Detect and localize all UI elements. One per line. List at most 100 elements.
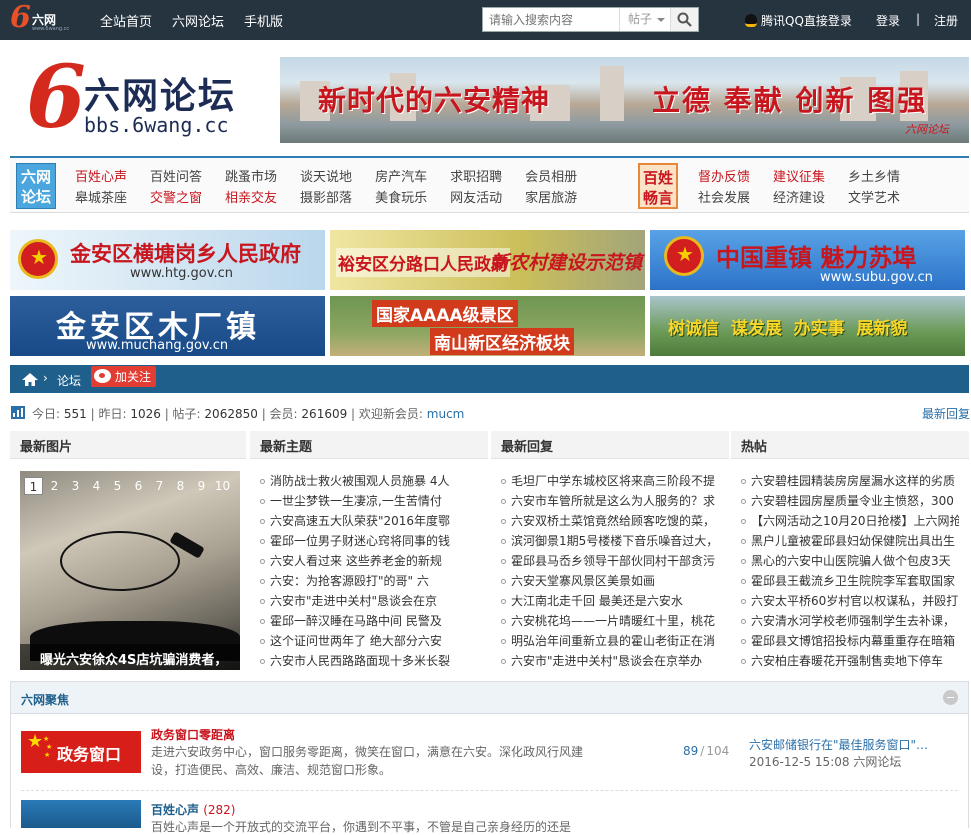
- hot-post-link[interactable]: 六安碧桂园精装房房屋漏水这样的劣质: [741, 473, 959, 493]
- topic-link[interactable]: 六安人看过来 这些养老金的新规: [260, 553, 455, 573]
- picture-page-5[interactable]: 5: [108, 477, 127, 495]
- category-group-forum: 百姓心声 皋城茶座 百姓问答 交警之窗 跳蚤市场 相亲交友 谈天说地 摄影部落 房产汽车 美食玩乐…: [75, 166, 577, 208]
- latest-reply-link[interactable]: 最新回复: [922, 405, 970, 422]
- search-button[interactable]: [670, 8, 698, 31]
- category-link-voice-1[interactable]: 社会发展: [698, 187, 750, 208]
- category-link-2[interactable]: 百姓问答: [150, 166, 202, 187]
- reply-link[interactable]: 六安桃花坞——一片晴暖红十里，桃花: [501, 613, 716, 633]
- picture-page-7[interactable]: 7: [150, 477, 169, 495]
- category-link-3[interactable]: 交警之窗: [150, 187, 202, 208]
- ad-banner-chengxin[interactable]: 树诚信 谋发展 办实事 展新貌: [650, 296, 965, 356]
- category-link-5[interactable]: 相亲交友: [225, 187, 277, 208]
- picture-page-9[interactable]: 9: [192, 477, 211, 495]
- category-link-voice-4[interactable]: 乡土乡情: [848, 166, 900, 187]
- hot-post-link[interactable]: 六安碧桂园房屋质量令业主愤怒，300: [741, 493, 959, 513]
- ad-banner-muchang[interactable]: 金安区木厂镇 www.muchang.gov.cn: [10, 296, 325, 356]
- picture-page-4[interactable]: 4: [87, 477, 106, 495]
- hot-post-link[interactable]: 黑心的六安中山医院骗人做个包皮3天: [741, 553, 959, 573]
- picture-page-8[interactable]: 8: [171, 477, 190, 495]
- forum-icon-gov-window[interactable]: ★ ★ ★ ★ 政务窗口: [21, 731, 141, 773]
- forum-last-post-link[interactable]: 六安邮储银行在"最佳服务窗口"…: [749, 736, 949, 753]
- reply-link[interactable]: 毛坦厂中学东城校区将来高三阶段不提: [501, 473, 716, 493]
- category-logo-forum[interactable]: 六网论坛: [16, 163, 56, 209]
- ad-banner-nanshan[interactable]: 国家AAAA级景区 南山新区经济板块: [330, 296, 645, 356]
- nav-forum[interactable]: 六网论坛: [172, 11, 224, 30]
- hot-post-link[interactable]: 霍邱县文博馆招投标内幕重重存在暗箱: [741, 633, 959, 653]
- ad-url: www.muchang.gov.cn: [86, 338, 229, 353]
- category-link-voice-0[interactable]: 督办反馈: [698, 166, 750, 187]
- forum-icon-people-voice[interactable]: [21, 800, 141, 828]
- category-link-9[interactable]: 美食玩乐: [375, 187, 427, 208]
- category-logo-voice[interactable]: 百姓畅言: [638, 163, 678, 209]
- nav-mobile[interactable]: 手机版: [244, 11, 283, 30]
- featured-picture[interactable]: 1 2 3 4 5 6 7 8 9 10 曝光六安徐众4S店坑骗消费者，: [20, 471, 240, 670]
- category-link-4[interactable]: 跳蚤市场: [225, 166, 277, 187]
- category-link-1[interactable]: 皋城茶座: [75, 187, 127, 208]
- login-link[interactable]: 登录: [876, 12, 900, 29]
- picture-page-2[interactable]: 2: [45, 477, 64, 495]
- category-link-13[interactable]: 家居旅游: [525, 187, 577, 208]
- reply-link[interactable]: 滨河御景1期5号楼楼下音乐噪音过大，: [501, 533, 716, 553]
- topic-link[interactable]: 一世尘梦铁一生凄凉,一生苦情付: [260, 493, 455, 513]
- collapse-icon[interactable]: [943, 690, 958, 705]
- topic-link[interactable]: 六安高速五大队荣获"2016年度鄂: [260, 513, 455, 533]
- category-link-voice-5[interactable]: 文学艺术: [848, 187, 900, 208]
- ad-banner-subu[interactable]: 中国重镇 魅力苏埠 www.subu.gov.cn: [650, 230, 965, 290]
- category-link-8[interactable]: 房产汽车: [375, 166, 427, 187]
- topic-link[interactable]: 霍邱一位男子财迷心窍将同事的钱: [260, 533, 455, 553]
- ad-banner-hengtanggang[interactable]: 金安区横塘岗乡人民政府 www.htg.gov.cn: [10, 230, 325, 290]
- reply-link[interactable]: 六安市车管所就是这么为人服务的？求: [501, 493, 716, 513]
- picture-page-1[interactable]: 1: [24, 477, 43, 495]
- forum-name-gov-window[interactable]: 政务窗口零距离: [151, 726, 235, 743]
- stats-line: 今日: 551 | 昨日: 1026 | 帖子: 2062850 | 会员: 2…: [32, 407, 465, 421]
- reply-link[interactable]: 六安天堂寨风景区美景如画: [501, 573, 716, 593]
- home-icon[interactable]: [22, 373, 38, 386]
- topic-link[interactable]: 霍邱一醉汉睡在马路中间 民警及: [260, 613, 455, 633]
- forum-name-people-voice[interactable]: 百姓心声 (282): [151, 801, 235, 818]
- header-banner[interactable]: 新时代的六安精神 立德 奉献 创新 图强 六网论坛: [280, 57, 969, 143]
- breadcrumb-forum[interactable]: 论坛: [57, 372, 81, 389]
- category-link-11[interactable]: 网友活动: [450, 187, 502, 208]
- category-link-6[interactable]: 谈天说地: [300, 166, 352, 187]
- search-scope-select[interactable]: 帖子: [619, 8, 671, 31]
- hot-post-link[interactable]: 六安清水河学校老师强制学生去补课，: [741, 613, 959, 633]
- category-link-12[interactable]: 会员相册: [525, 166, 577, 187]
- follow-weibo-button[interactable]: 加关注: [91, 366, 157, 387]
- topic-link[interactable]: 六安市人民西路路面现十多米长裂: [260, 653, 455, 673]
- category-link-10[interactable]: 求职招聘: [450, 166, 502, 187]
- reply-link[interactable]: 霍邱县马岙乡领导干部伙同村干部贪污: [501, 553, 716, 573]
- forum-logo[interactable]: 6 六网论坛 bbs.6wang.cc: [20, 55, 272, 147]
- reply-link[interactable]: 六安市"走进中关村"恳谈会在京举办: [501, 653, 716, 673]
- ad-banner-fenlukou[interactable]: 裕安区分路口人民政府 新农村建设示范镇: [330, 230, 645, 290]
- picture-page-3[interactable]: 3: [66, 477, 85, 495]
- reply-link[interactable]: 大江南北走千回 最美还是六安水: [501, 593, 716, 613]
- picture-caption[interactable]: 曝光六安徐众4S店坑骗消费者，: [20, 644, 240, 670]
- new-member-link[interactable]: mucm: [427, 407, 465, 421]
- column-header-replies: 最新回复: [491, 431, 729, 459]
- top-bar: 6 六网 www.6wang.cc 全站首页 六网论坛 手机版 帖子 腾讯QQ直…: [0, 0, 971, 40]
- search-input[interactable]: [483, 8, 619, 31]
- category-link-voice-2[interactable]: 建议征集: [773, 166, 825, 187]
- nav-home[interactable]: 全站首页: [100, 11, 152, 30]
- hot-post-link[interactable]: 六安太平桥60岁村官以权谋私，并殴打: [741, 593, 959, 613]
- qq-login-link[interactable]: 腾讯QQ直接登录: [745, 12, 852, 29]
- flag-star-icon: ★: [27, 731, 44, 752]
- hot-post-link[interactable]: 霍邱县王截流乡卫生院院李军套取国家: [741, 573, 959, 593]
- reply-link[interactable]: 六安双桥土菜馆竟然给顾客吃馊的菜，: [501, 513, 716, 533]
- picture-page-10[interactable]: 10: [213, 477, 232, 495]
- column-header-topics: 最新主题: [250, 431, 488, 459]
- register-link[interactable]: 注册: [934, 12, 958, 29]
- hot-post-link[interactable]: 六安柏庄春暖花开强制售卖地下停车: [741, 653, 959, 673]
- topic-link[interactable]: 六安市"走进中关村"恳谈会在京: [260, 593, 455, 613]
- category-link-voice-3[interactable]: 经济建设: [773, 187, 825, 208]
- hot-post-link[interactable]: 黑户儿童被霍邱县妇幼保健院出具出生: [741, 533, 959, 553]
- site-logo[interactable]: 6 六网 www.6wang.cc: [10, 0, 69, 36]
- topic-link[interactable]: 消防战士救火被围观人员施暴 4人: [260, 473, 455, 493]
- hot-post-link[interactable]: 【六网活动之10月20日抢楼】上六网抢: [741, 513, 959, 533]
- category-link-0[interactable]: 百姓心声: [75, 166, 127, 187]
- reply-link[interactable]: 明弘治年间重新立县的霍山老街正在消: [501, 633, 716, 653]
- topic-link[interactable]: 六安：为抢客源殴打"的哥" 六: [260, 573, 455, 593]
- category-link-7[interactable]: 摄影部落: [300, 187, 352, 208]
- topic-link[interactable]: 这个证问世两年了 绝大部分六安: [260, 633, 455, 653]
- picture-page-6[interactable]: 6: [129, 477, 148, 495]
